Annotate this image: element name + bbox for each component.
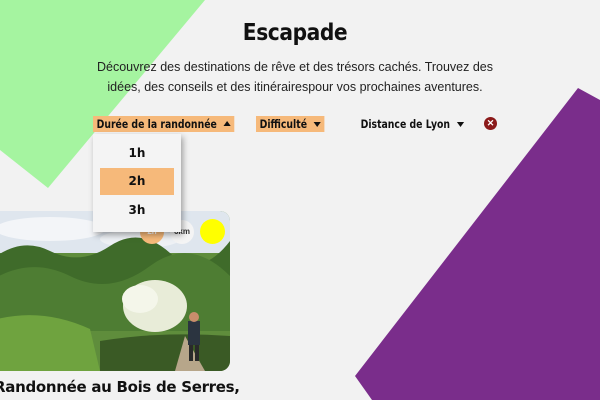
duration-option-3h[interactable]: 3h xyxy=(100,197,174,224)
difficulty-filter-button[interactable]: Difficulté xyxy=(256,116,325,132)
duration-filter-button[interactable]: Durée de la randonnée xyxy=(93,116,235,132)
duration-filter-label: Durée de la randonnée xyxy=(96,117,217,131)
hike-photo xyxy=(0,211,230,371)
close-icon: ✕ xyxy=(486,118,495,128)
difficulty-filter-label: Difficulté xyxy=(259,117,308,131)
duration-option-2h[interactable]: 2h xyxy=(100,168,174,195)
hike-card[interactable] xyxy=(0,211,230,371)
distance-filter-label: Distance de Lyon xyxy=(360,117,451,131)
duration-option-1h[interactable]: 1h xyxy=(100,140,174,167)
duration-dropdown: 1h 2h 3h xyxy=(93,134,181,232)
filter-bar: Durée de la randonnée Difficulté Distanc… xyxy=(0,116,600,134)
page-subtitle: Découvrez des destinations de rêve et de… xyxy=(96,60,494,94)
reset-filters-button[interactable]: ✕ xyxy=(484,117,497,130)
page-title: Escapade xyxy=(242,20,348,46)
difficulty-badge xyxy=(200,219,225,244)
distance-filter-button[interactable]: Distance de Lyon xyxy=(357,116,468,132)
hike-card-title[interactable]: Randonnée au Bois de Serres, xyxy=(0,378,240,396)
purple-decor-shape xyxy=(355,88,600,400)
